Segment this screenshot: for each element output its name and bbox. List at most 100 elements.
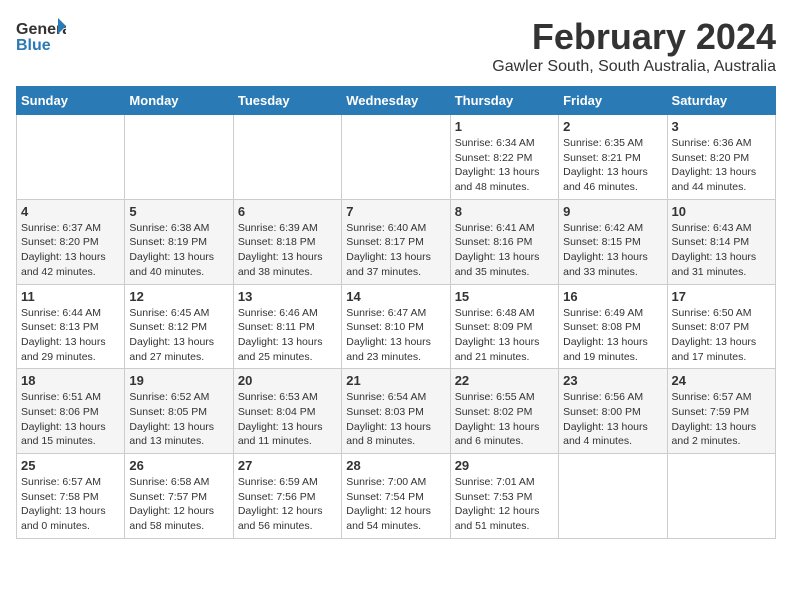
title-area: February 2024 Gawler South, South Austra… <box>492 16 776 76</box>
day-info: Sunrise: 6:53 AMSunset: 8:04 PMDaylight:… <box>238 390 337 449</box>
day-number: 17 <box>672 289 771 304</box>
day-info: Sunrise: 6:43 AMSunset: 8:14 PMDaylight:… <box>672 221 771 280</box>
table-row: 8 Sunrise: 6:41 AMSunset: 8:16 PMDaylight… <box>450 199 558 284</box>
logo: General Blue <box>16 16 66 61</box>
table-row: 9 Sunrise: 6:42 AMSunset: 8:15 PMDaylight… <box>559 199 667 284</box>
day-info: Sunrise: 6:55 AMSunset: 8:02 PMDaylight:… <box>455 390 554 449</box>
header-saturday: Saturday <box>667 87 775 115</box>
table-row: 16 Sunrise: 6:49 AMSunset: 8:08 PMDayligh… <box>559 284 667 369</box>
day-number: 8 <box>455 204 554 219</box>
header-tuesday: Tuesday <box>233 87 341 115</box>
table-row: 10 Sunrise: 6:43 AMSunset: 8:14 PMDayligh… <box>667 199 775 284</box>
day-info: Sunrise: 7:01 AMSunset: 7:53 PMDaylight:… <box>455 475 554 534</box>
day-info: Sunrise: 6:49 AMSunset: 8:08 PMDaylight:… <box>563 306 662 365</box>
table-row: 29 Sunrise: 7:01 AMSunset: 7:53 PMDayligh… <box>450 454 558 539</box>
day-number: 21 <box>346 373 445 388</box>
day-number: 3 <box>672 119 771 134</box>
day-info: Sunrise: 6:47 AMSunset: 8:10 PMDaylight:… <box>346 306 445 365</box>
day-number: 27 <box>238 458 337 473</box>
day-number: 29 <box>455 458 554 473</box>
table-row: 3 Sunrise: 6:36 AMSunset: 8:20 PMDaylight… <box>667 115 775 200</box>
day-info: Sunrise: 6:59 AMSunset: 7:56 PMDaylight:… <box>238 475 337 534</box>
day-number: 22 <box>455 373 554 388</box>
day-number: 11 <box>21 289 120 304</box>
table-row <box>667 454 775 539</box>
day-number: 9 <box>563 204 662 219</box>
table-row <box>233 115 341 200</box>
day-info: Sunrise: 6:40 AMSunset: 8:17 PMDaylight:… <box>346 221 445 280</box>
day-info: Sunrise: 6:51 AMSunset: 8:06 PMDaylight:… <box>21 390 120 449</box>
day-info: Sunrise: 6:44 AMSunset: 8:13 PMDaylight:… <box>21 306 120 365</box>
day-info: Sunrise: 6:57 AMSunset: 7:59 PMDaylight:… <box>672 390 771 449</box>
day-info: Sunrise: 6:50 AMSunset: 8:07 PMDaylight:… <box>672 306 771 365</box>
header-thursday: Thursday <box>450 87 558 115</box>
day-number: 18 <box>21 373 120 388</box>
header-friday: Friday <box>559 87 667 115</box>
calendar-header-row: Sunday Monday Tuesday Wednesday Thursday… <box>17 87 776 115</box>
logo-icon: General Blue <box>16 16 66 61</box>
day-number: 14 <box>346 289 445 304</box>
day-info: Sunrise: 6:58 AMSunset: 7:57 PMDaylight:… <box>129 475 228 534</box>
table-row: 1 Sunrise: 6:34 AMSunset: 8:22 PMDaylight… <box>450 115 558 200</box>
table-row: 26Sunrise: 6:58 AMSunset: 7:57 PMDayligh… <box>125 454 233 539</box>
location-title: Gawler South, South Australia, Australia <box>492 58 776 76</box>
day-info: Sunrise: 6:45 AMSunset: 8:12 PMDaylight:… <box>129 306 228 365</box>
svg-text:Blue: Blue <box>16 37 51 54</box>
table-row: 14 Sunrise: 6:47 AMSunset: 8:10 PMDayligh… <box>342 284 450 369</box>
day-info: Sunrise: 6:56 AMSunset: 8:00 PMDaylight:… <box>563 390 662 449</box>
day-number: 1 <box>455 119 554 134</box>
calendar-table: Sunday Monday Tuesday Wednesday Thursday… <box>16 86 776 539</box>
header-sunday: Sunday <box>17 87 125 115</box>
day-info: Sunrise: 6:42 AMSunset: 8:15 PMDaylight:… <box>563 221 662 280</box>
page-header: General Blue February 2024 Gawler South,… <box>16 16 776 76</box>
table-row <box>342 115 450 200</box>
table-row <box>17 115 125 200</box>
table-row: 20 Sunrise: 6:53 AMSunset: 8:04 PMDayligh… <box>233 369 341 454</box>
table-row: 25Sunrise: 6:57 AMSunset: 7:58 PMDayligh… <box>17 454 125 539</box>
calendar-week-row: 18 Sunrise: 6:51 AMSunset: 8:06 PMDayligh… <box>17 369 776 454</box>
day-info: Sunrise: 6:46 AMSunset: 8:11 PMDaylight:… <box>238 306 337 365</box>
table-row: 13Sunrise: 6:46 AMSunset: 8:11 PMDayligh… <box>233 284 341 369</box>
table-row: 15Sunrise: 6:48 AMSunset: 8:09 PMDayligh… <box>450 284 558 369</box>
day-number: 23 <box>563 373 662 388</box>
header-monday: Monday <box>125 87 233 115</box>
table-row: 21 Sunrise: 6:54 AMSunset: 8:03 PMDayligh… <box>342 369 450 454</box>
day-info: Sunrise: 6:36 AMSunset: 8:20 PMDaylight:… <box>672 136 771 195</box>
day-number: 28 <box>346 458 445 473</box>
day-number: 24 <box>672 373 771 388</box>
table-row: 4 Sunrise: 6:37 AMSunset: 8:20 PMDaylight… <box>17 199 125 284</box>
day-info: Sunrise: 6:54 AMSunset: 8:03 PMDaylight:… <box>346 390 445 449</box>
day-info: Sunrise: 6:34 AMSunset: 8:22 PMDaylight:… <box>455 136 554 195</box>
day-info: Sunrise: 6:35 AMSunset: 8:21 PMDaylight:… <box>563 136 662 195</box>
table-row: 28 Sunrise: 7:00 AMSunset: 7:54 PMDayligh… <box>342 454 450 539</box>
day-number: 5 <box>129 204 228 219</box>
day-info: Sunrise: 6:38 AMSunset: 8:19 PMDaylight:… <box>129 221 228 280</box>
table-row: 19 Sunrise: 6:52 AMSunset: 8:05 PMDayligh… <box>125 369 233 454</box>
table-row: 17 Sunrise: 6:50 AMSunset: 8:07 PMDayligh… <box>667 284 775 369</box>
day-info: Sunrise: 6:52 AMSunset: 8:05 PMDaylight:… <box>129 390 228 449</box>
day-number: 20 <box>238 373 337 388</box>
day-info: Sunrise: 6:57 AMSunset: 7:58 PMDaylight:… <box>21 475 120 534</box>
day-info: Sunrise: 7:00 AMSunset: 7:54 PMDaylight:… <box>346 475 445 534</box>
table-row: 2 Sunrise: 6:35 AMSunset: 8:21 PMDaylight… <box>559 115 667 200</box>
day-number: 19 <box>129 373 228 388</box>
table-row: 11 Sunrise: 6:44 AMSunset: 8:13 PMDayligh… <box>17 284 125 369</box>
day-info: Sunrise: 6:37 AMSunset: 8:20 PMDaylight:… <box>21 221 120 280</box>
table-row: 22 Sunrise: 6:55 AMSunset: 8:02 PMDayligh… <box>450 369 558 454</box>
table-row: 12Sunrise: 6:45 AMSunset: 8:12 PMDayligh… <box>125 284 233 369</box>
day-info: Sunrise: 6:41 AMSunset: 8:16 PMDaylight:… <box>455 221 554 280</box>
table-row: 6Sunrise: 6:39 AMSunset: 8:18 PMDaylight… <box>233 199 341 284</box>
table-row: 27 Sunrise: 6:59 AMSunset: 7:56 PMDayligh… <box>233 454 341 539</box>
day-number: 16 <box>563 289 662 304</box>
day-info: Sunrise: 6:48 AMSunset: 8:09 PMDaylight:… <box>455 306 554 365</box>
table-row <box>559 454 667 539</box>
calendar-week-row: 25Sunrise: 6:57 AMSunset: 7:58 PMDayligh… <box>17 454 776 539</box>
day-number: 7 <box>346 204 445 219</box>
table-row: 5 Sunrise: 6:38 AMSunset: 8:19 PMDaylight… <box>125 199 233 284</box>
day-number: 4 <box>21 204 120 219</box>
day-number: 2 <box>563 119 662 134</box>
calendar-week-row: 1 Sunrise: 6:34 AMSunset: 8:22 PMDaylight… <box>17 115 776 200</box>
table-row <box>125 115 233 200</box>
day-number: 10 <box>672 204 771 219</box>
header-wednesday: Wednesday <box>342 87 450 115</box>
